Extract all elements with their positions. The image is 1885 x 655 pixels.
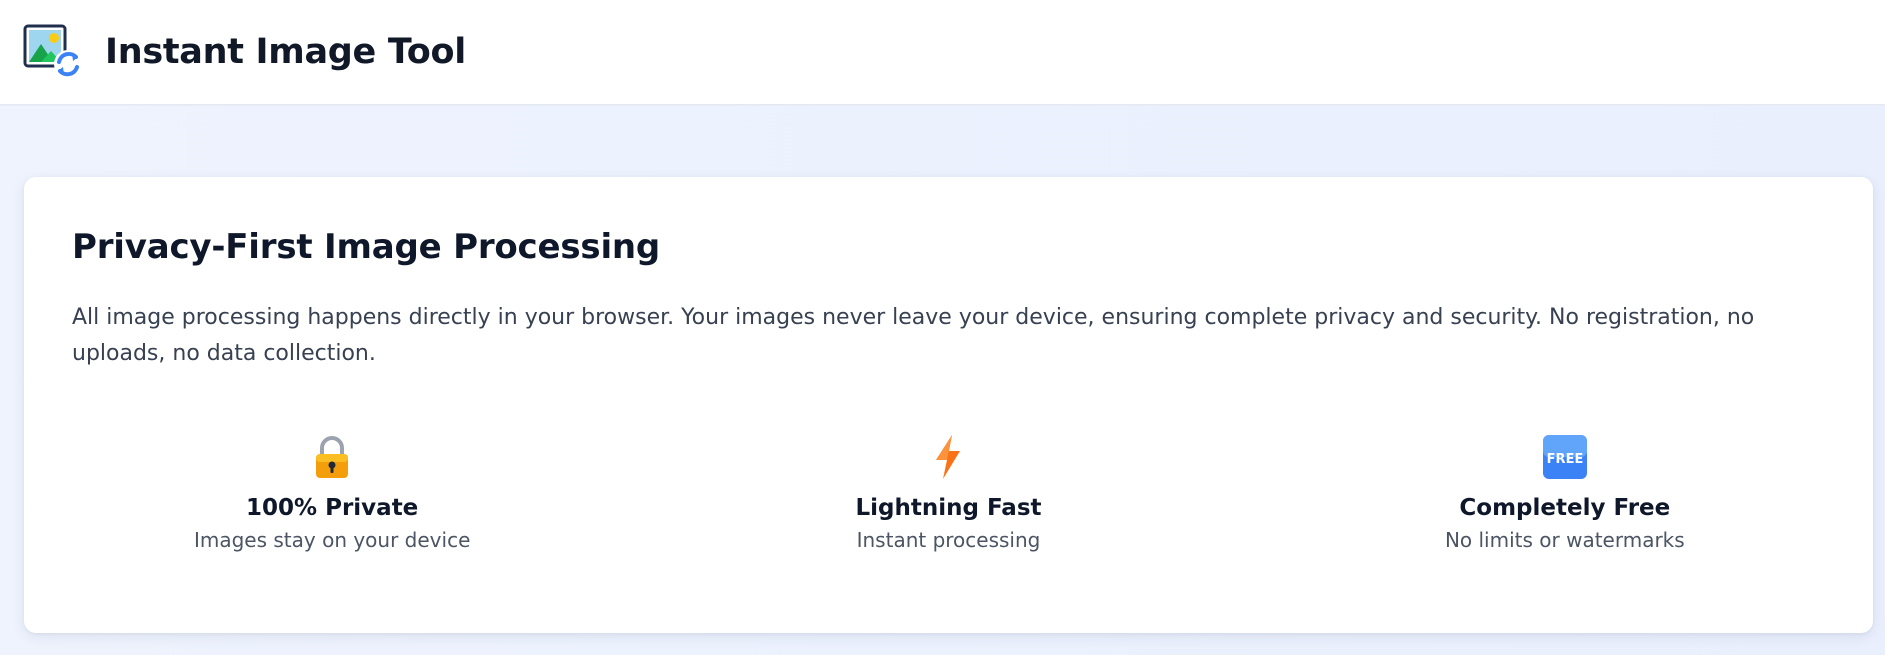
feature-title: Lightning Fast (855, 495, 1042, 521)
feature-title: Completely Free (1459, 495, 1671, 521)
feature-title: 100% Private (246, 495, 419, 521)
free-badge-icon: FREE (1542, 435, 1587, 479)
card-description: All image processing happens directly in… (72, 304, 1755, 366)
top-bar: Instant Image Tool (0, 0, 1885, 105)
feature-fast: Lightning Fast Instant processing (640, 433, 1256, 553)
lock-icon (316, 436, 349, 478)
feature-private: 100% Private Images stay on your device (24, 433, 640, 553)
app-title: Instant Image Tool (105, 32, 466, 72)
feature-subtitle: Images stay on your device (193, 528, 471, 552)
lightning-icon (936, 435, 961, 479)
feature-free: FREE Completely Free No limits or waterm… (1257, 433, 1873, 553)
privacy-card: Privacy-First Image Processing All image… (24, 177, 1873, 633)
features-row: 100% Private Images stay on your device … (24, 433, 1873, 553)
feature-subtitle: No limits or watermarks (1444, 528, 1685, 552)
card-title: Privacy-First Image Processing (72, 227, 661, 267)
free-badge-text: FREE (1546, 452, 1583, 467)
image-convert-icon[interactable] (23, 24, 85, 80)
feature-subtitle: Instant processing (856, 528, 1041, 552)
